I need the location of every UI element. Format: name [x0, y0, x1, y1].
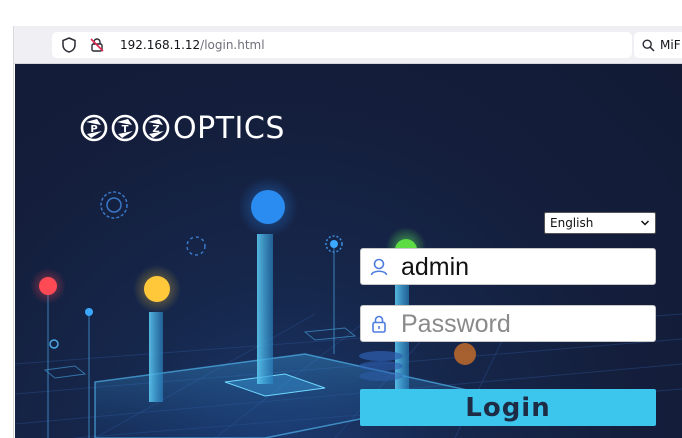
- chevron-down-icon: [640, 217, 650, 232]
- login-button[interactable]: Login: [360, 389, 656, 426]
- password-field[interactable]: Password: [360, 305, 656, 342]
- login-button-label: Login: [465, 392, 551, 423]
- brand-logo: P T Z OPTICS: [79, 110, 285, 146]
- address-bar[interactable]: 192.168.1.12/login.html: [52, 32, 654, 58]
- search-icon: [642, 39, 655, 57]
- language-select[interactable]: English: [544, 212, 656, 234]
- window-top-strip: [0, 0, 682, 26]
- shield-icon[interactable]: [60, 32, 78, 58]
- connection-slash-icon[interactable]: [86, 32, 108, 58]
- browser-toolbar: 192.168.1.12/login.html MiF: [14, 26, 682, 64]
- password-placeholder: Password: [401, 310, 511, 338]
- svg-text:Z: Z: [152, 124, 159, 135]
- username-field[interactable]: admin: [360, 248, 656, 285]
- lock-icon: [369, 314, 389, 339]
- window-left-edge: [0, 26, 14, 438]
- language-selected: English: [550, 216, 594, 230]
- ptz-emblem-icon: PTZ: [80, 114, 170, 142]
- url-path: /login.html: [200, 38, 265, 52]
- search-text: MiF: [660, 38, 681, 52]
- url-text[interactable]: 192.168.1.12/login.html: [120, 32, 265, 58]
- user-icon: [369, 257, 389, 282]
- url-host: 192.168.1.12: [120, 38, 201, 52]
- search-box[interactable]: MiF: [634, 32, 682, 58]
- username-value: admin: [401, 253, 470, 281]
- svg-text:P: P: [90, 124, 97, 135]
- svg-text:T: T: [122, 124, 129, 135]
- brand-name: OPTICS: [173, 110, 285, 146]
- login-page: P T Z OPTICS English admin Password Login: [15, 64, 682, 438]
